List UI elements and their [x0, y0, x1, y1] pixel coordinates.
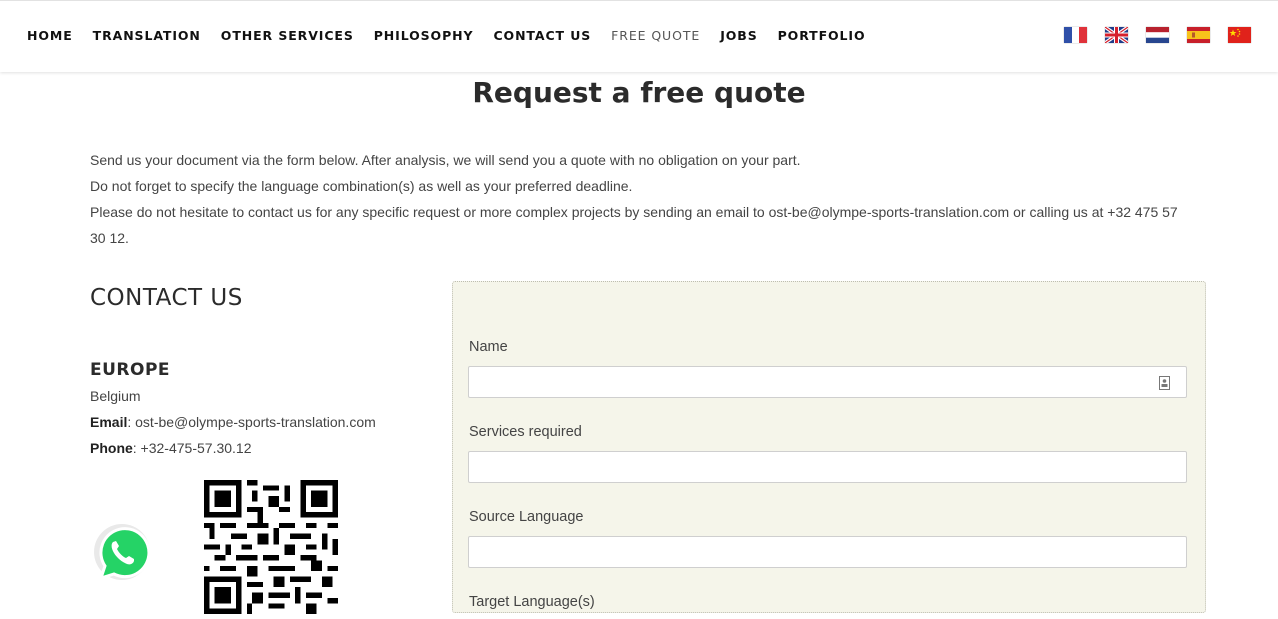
nav-other-services[interactable]: OTHER SERVICES [221, 28, 354, 43]
top-navigation-bar: HOME TRANSLATION OTHER SERVICES PHILOSOP… [0, 0, 1278, 72]
whatsapp-icon[interactable] [92, 523, 152, 583]
netherlands-flag-icon[interactable] [1146, 27, 1169, 43]
target-language-label: Target Language(s) [469, 594, 595, 610]
contact-card-icon [1159, 376, 1170, 390]
services-required-label: Services required [469, 424, 582, 440]
nav-translation[interactable]: TRANSLATION [93, 28, 201, 43]
intro-line-1: Send us your document via the form below… [90, 152, 801, 168]
china-flag-icon[interactable] [1228, 27, 1251, 43]
nav-portfolio[interactable]: PORTFOLIO [778, 28, 866, 43]
country-text: Belgium [90, 388, 141, 404]
page-title: Request a free quote [472, 76, 806, 109]
services-required-input[interactable] [468, 451, 1187, 483]
nav-jobs[interactable]: JOBS [720, 28, 757, 43]
source-language-input[interactable] [468, 536, 1187, 568]
quote-form: Name Services required Source Language T… [452, 281, 1206, 613]
phone-value: : +32-475-57.30.12 [132, 440, 252, 456]
nav-free-quote[interactable]: FREE QUOTE [611, 28, 700, 43]
name-input[interactable] [468, 366, 1187, 398]
nav-philosophy[interactable]: PHILOSOPHY [374, 28, 474, 43]
phone-line: Phone: +32-475-57.30.12 [90, 435, 376, 461]
contact-details: Belgium Email: ost-be@olympe-sports-tran… [90, 383, 376, 461]
name-label: Name [469, 339, 508, 355]
intro-line-2: Do not forget to specify the language co… [90, 178, 633, 194]
contact-heading: CONTACT US [90, 285, 243, 311]
phone-label: Phone [90, 440, 133, 456]
email-label: Email [90, 414, 128, 430]
nav-contact-us[interactable]: CONTACT US [493, 28, 591, 43]
france-flag-icon[interactable] [1064, 27, 1087, 43]
qr-code [204, 480, 338, 614]
source-language-label: Source Language [469, 509, 584, 525]
intro-text: Send us your document via the form below… [90, 147, 1190, 251]
main-nav: HOME TRANSLATION OTHER SERVICES PHILOSOP… [27, 28, 886, 43]
uk-flag-icon[interactable] [1105, 27, 1128, 43]
nav-home[interactable]: HOME [27, 28, 73, 43]
language-flags [1064, 27, 1269, 43]
spain-flag-icon[interactable] [1187, 27, 1210, 43]
email-line: Email: ost-be@olympe-sports-translation.… [90, 409, 376, 435]
region-heading: EUROPE [90, 360, 171, 380]
email-value[interactable]: : ost-be@olympe-sports-translation.com [127, 414, 375, 430]
intro-line-3: Please do not hesitate to contact us for… [90, 204, 1178, 246]
